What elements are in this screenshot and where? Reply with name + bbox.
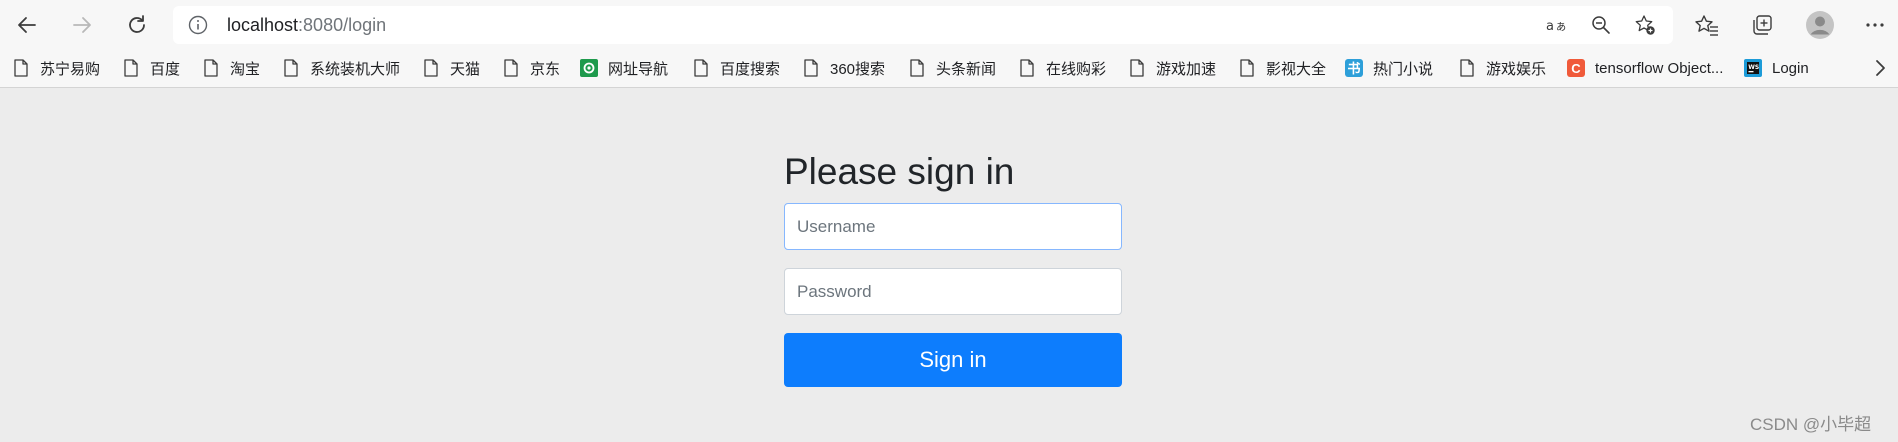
zoom-out-icon[interactable]: [1590, 14, 1612, 36]
bookmark-label: 360搜索: [830, 60, 886, 78]
bookmark-item[interactable]: C tensorflow Object...: [1567, 50, 1723, 86]
bookmark-label: 网址导航: [608, 60, 669, 78]
info-icon[interactable]: [187, 14, 209, 36]
bookmark-item[interactable]: WS Login: [1744, 50, 1809, 86]
more-menu-button[interactable]: [1858, 8, 1892, 42]
page-icon: [422, 58, 440, 78]
add-favorite-star-icon[interactable]: [1634, 14, 1656, 36]
svg-text:a: a: [1546, 19, 1554, 34]
bookmark-item[interactable]: 淘宝: [202, 50, 260, 86]
username-input[interactable]: [784, 203, 1122, 250]
bookmark-item[interactable]: 360搜索: [802, 50, 885, 86]
page-icon: [908, 58, 926, 78]
address-bar[interactable]: localhost:8080/login aぁ: [173, 6, 1673, 44]
bookmark-label: 影视大全: [1266, 60, 1327, 78]
chevron-right-icon[interactable]: [1868, 56, 1892, 80]
page-icon: [502, 58, 520, 78]
page-icon: [1458, 58, 1476, 78]
csdn-badge-text: C: [1567, 59, 1585, 77]
page-icon: [1238, 58, 1256, 78]
bookmark-item[interactable]: 影视大全: [1238, 50, 1326, 86]
reload-button[interactable]: [118, 6, 156, 44]
bookmark-label: 淘宝: [230, 60, 261, 78]
read-aloud-icon[interactable]: aぁ: [1545, 14, 1567, 36]
password-input[interactable]: [784, 268, 1122, 315]
back-arrow-icon: [18, 17, 36, 33]
bookmark-label: 游戏加速: [1156, 60, 1217, 78]
bookmark-item[interactable]: 百度: [122, 50, 180, 86]
bookmark-label: 苏宁易购: [40, 60, 101, 78]
bookmark-item[interactable]: 书 热门小说: [1345, 50, 1433, 86]
forward-button[interactable]: [63, 6, 101, 44]
favorites-button[interactable]: [1690, 8, 1724, 42]
bookmark-item[interactable]: 苏宁易购: [12, 50, 100, 86]
url-path: :8080/login: [298, 15, 387, 35]
bookmark-item[interactable]: 头条新闻: [908, 50, 996, 86]
collections-icon: [1753, 15, 1772, 35]
bookmark-item[interactable]: 在线购彩: [1018, 50, 1106, 86]
bookmark-label: 热门小说: [1373, 60, 1434, 78]
sign-in-button[interactable]: Sign in: [784, 333, 1122, 387]
browser-toolbar: localhost:8080/login aぁ: [0, 0, 1898, 50]
collections-button[interactable]: [1745, 8, 1779, 42]
bookmark-item[interactable]: 天猫: [422, 50, 480, 86]
csdn-badge-icon: C: [1567, 58, 1585, 78]
bookmark-label: tensorflow Object...: [1595, 59, 1724, 77]
book-badge-icon: 书: [1345, 58, 1363, 78]
page-icon: [1128, 58, 1146, 78]
bookmark-item[interactable]: 京东: [502, 50, 560, 86]
bookmark-label: 百度搜索: [720, 60, 781, 78]
bookmark-item[interactable]: 游戏加速: [1128, 50, 1216, 86]
bookmark-item[interactable]: 系统装机大师: [282, 50, 400, 86]
bookmark-label: 在线购彩: [1046, 60, 1107, 78]
page-icon: [692, 58, 710, 78]
favorites-icon: [1695, 15, 1718, 36]
bookmark-item[interactable]: 百度搜索: [692, 50, 780, 86]
bookmark-item[interactable]: 游戏娱乐: [1458, 50, 1546, 86]
url-text[interactable]: localhost:8080/login: [227, 6, 386, 44]
bookmark-label: 天猫: [450, 60, 481, 78]
bookmark-label: 头条新闻: [936, 60, 997, 78]
reload-icon: [129, 15, 145, 33]
bookmark-label: 百度: [150, 60, 181, 78]
page-content: Please sign in Sign in CSDN @小毕超: [0, 89, 1898, 442]
bookmark-label: 系统装机大师: [310, 60, 401, 78]
bookmarks-bar: 苏宁易购 百度 淘宝 系统装机大师 天猫 京东 网址导航 百度搜索 360搜索 …: [0, 50, 1898, 88]
forward-arrow-icon: [73, 17, 91, 33]
svg-text:ぁ: ぁ: [1555, 19, 1567, 33]
book-badge-text: 书: [1345, 59, 1363, 77]
bookmark-label: Login: [1772, 59, 1809, 77]
page-icon: [1018, 58, 1036, 78]
page-icon: [122, 58, 140, 78]
page-title: Please sign in: [784, 151, 1015, 192]
bookmark-item[interactable]: 网址导航: [580, 50, 668, 86]
watermark: CSDN @小毕超: [1750, 415, 1872, 434]
svg-text:WS: WS: [1748, 64, 1759, 71]
bookmark-label: 游戏娱乐: [1486, 60, 1547, 78]
more-dots-icon: [1866, 23, 1884, 27]
page-icon: [802, 58, 820, 78]
bookmark-label: 京东: [530, 60, 561, 78]
profile-avatar-icon: [1806, 11, 1834, 39]
navigation-badge-icon: [580, 58, 598, 78]
page-icon: [12, 58, 30, 78]
page-icon: [202, 58, 220, 78]
back-button[interactable]: [8, 6, 46, 44]
webstorm-badge-icon: WS: [1744, 58, 1762, 78]
profile-button[interactable]: [1803, 8, 1837, 42]
page-icon: [282, 58, 300, 78]
url-host: localhost: [227, 15, 299, 35]
